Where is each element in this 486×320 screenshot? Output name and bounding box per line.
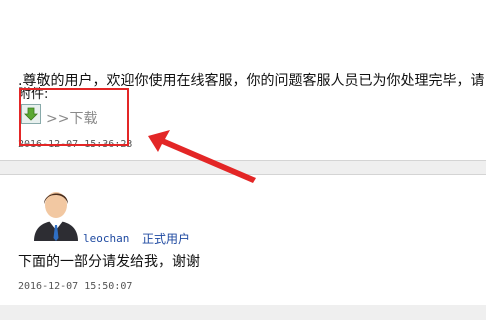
username[interactable]: leochan bbox=[83, 232, 129, 245]
annotation-arrow bbox=[148, 130, 256, 183]
user-role-badge: 正式用户 bbox=[142, 232, 191, 246]
user-avatar bbox=[30, 183, 82, 241]
post-2-timestamp: 2016-12-07 15:50:07 bbox=[18, 281, 133, 292]
post-2-message: 下面的一部分请发给我，谢谢 bbox=[18, 254, 200, 270]
